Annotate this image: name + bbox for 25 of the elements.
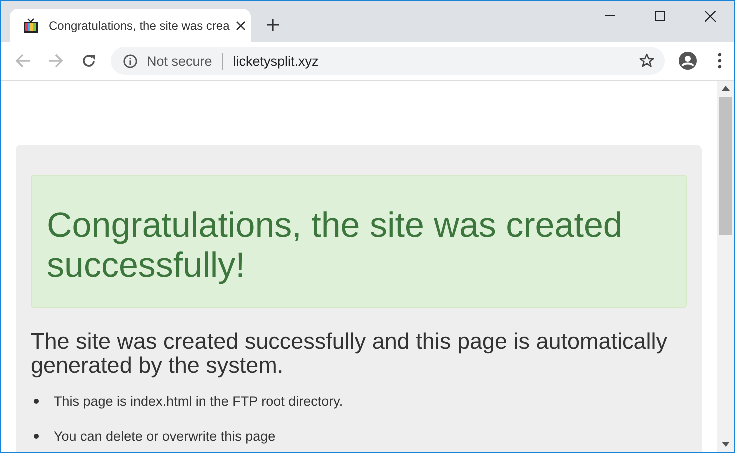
star-icon[interactable]	[639, 53, 655, 69]
close-icon[interactable]	[705, 11, 716, 22]
browser-tab[interactable]: Congratulations, the site was crea	[10, 9, 251, 42]
reload-icon[interactable]	[81, 53, 97, 69]
menu-icon[interactable]	[718, 53, 722, 69]
bullet-icon	[34, 399, 39, 404]
url-text: licketysplit.xyz	[233, 54, 319, 68]
success-message: Congratulations, the site was created successfully!	[47, 206, 624, 286]
address-bar[interactable]: Not secure licketysplit.xyz	[111, 47, 665, 75]
maximize-icon[interactable]	[655, 11, 665, 21]
new-tab-icon[interactable]	[267, 19, 279, 31]
account-icon[interactable]	[679, 52, 697, 70]
list-item: This page is index.html in the FTP root directory.	[54, 394, 344, 409]
security-label: Not secure	[147, 54, 212, 68]
scroll-down-icon[interactable]	[722, 442, 730, 447]
scroll-up-icon[interactable]	[722, 86, 730, 91]
scrollbar[interactable]	[717, 81, 734, 452]
list-item: You can delete or overwrite this page	[54, 429, 276, 444]
scrollbar-thumb[interactable]	[719, 97, 732, 235]
page-heading: The site was created successfully and this page is automatically generated by the system.	[31, 330, 669, 379]
info-icon	[123, 54, 138, 68]
tab-title: Congratulations, the site was crea	[49, 18, 230, 32]
bullet-icon	[34, 434, 39, 439]
tv-icon	[23, 18, 39, 34]
close-icon[interactable]	[236, 20, 246, 30]
